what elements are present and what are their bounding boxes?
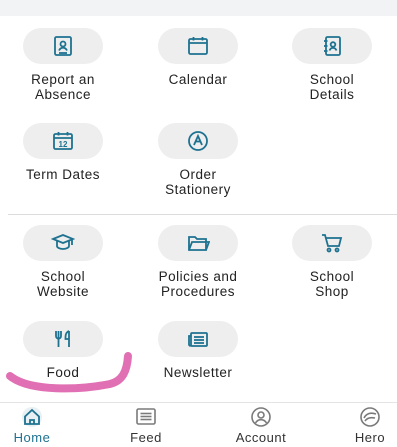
tile-label: Food bbox=[46, 365, 80, 380]
tile-calendar[interactable]: Calendar bbox=[143, 28, 253, 87]
tab-feed[interactable]: Feed bbox=[111, 405, 181, 445]
hero-icon bbox=[360, 407, 380, 427]
tile-label: Calendar bbox=[168, 72, 228, 87]
bottom-tab-bar: Home Feed Account Hero bbox=[0, 402, 397, 447]
tile-label: School Website bbox=[36, 269, 90, 299]
feed-icon bbox=[136, 408, 156, 425]
tile-term-dates[interactable]: 12 Term Dates bbox=[8, 123, 118, 182]
tab-label: Account bbox=[235, 430, 287, 445]
tile-label: School Shop bbox=[309, 269, 355, 299]
tile-label: Report an Absence bbox=[31, 72, 95, 102]
section-divider bbox=[8, 214, 397, 215]
account-icon bbox=[251, 407, 271, 427]
stationery-icon bbox=[158, 123, 238, 159]
shopping-cart-icon bbox=[292, 225, 372, 261]
top-bar bbox=[0, 0, 397, 16]
tile-label: Term Dates bbox=[25, 167, 101, 182]
svg-text:12: 12 bbox=[59, 140, 68, 149]
tile-order-stationery[interactable]: Order Stationery bbox=[143, 123, 253, 197]
tile-label: Order Stationery bbox=[165, 167, 231, 197]
tile-school-shop[interactable]: School Shop bbox=[277, 225, 387, 299]
newsletter-icon bbox=[158, 321, 238, 357]
tab-hero[interactable]: Hero bbox=[335, 405, 397, 445]
tile-school-website[interactable]: School Website bbox=[8, 225, 118, 299]
id-card-icon bbox=[23, 28, 103, 64]
tile-food[interactable]: Food bbox=[8, 321, 118, 380]
tile-report-absence[interactable]: Report an Absence bbox=[8, 28, 118, 102]
tab-label: Home bbox=[13, 430, 51, 445]
calendar-icon bbox=[158, 28, 238, 64]
cutlery-icon bbox=[23, 321, 103, 357]
tile-policies-procedures[interactable]: Policies and Procedures bbox=[143, 225, 253, 299]
tab-account[interactable]: Account bbox=[226, 405, 296, 445]
tile-label: Policies and Procedures bbox=[158, 269, 238, 299]
tile-school-details[interactable]: School Details bbox=[277, 28, 387, 102]
tab-label: Feed bbox=[130, 430, 162, 445]
tab-label: Hero bbox=[354, 430, 386, 445]
tile-newsletter[interactable]: Newsletter bbox=[143, 321, 253, 380]
home-icon bbox=[22, 407, 42, 427]
folder-icon bbox=[158, 225, 238, 261]
tile-label: Newsletter bbox=[163, 365, 233, 380]
calendar-12-icon: 12 bbox=[23, 123, 103, 159]
graduation-cap-icon bbox=[23, 225, 103, 261]
tile-label: School Details bbox=[309, 72, 355, 102]
tab-home[interactable]: Home bbox=[0, 405, 67, 445]
address-book-icon bbox=[292, 28, 372, 64]
